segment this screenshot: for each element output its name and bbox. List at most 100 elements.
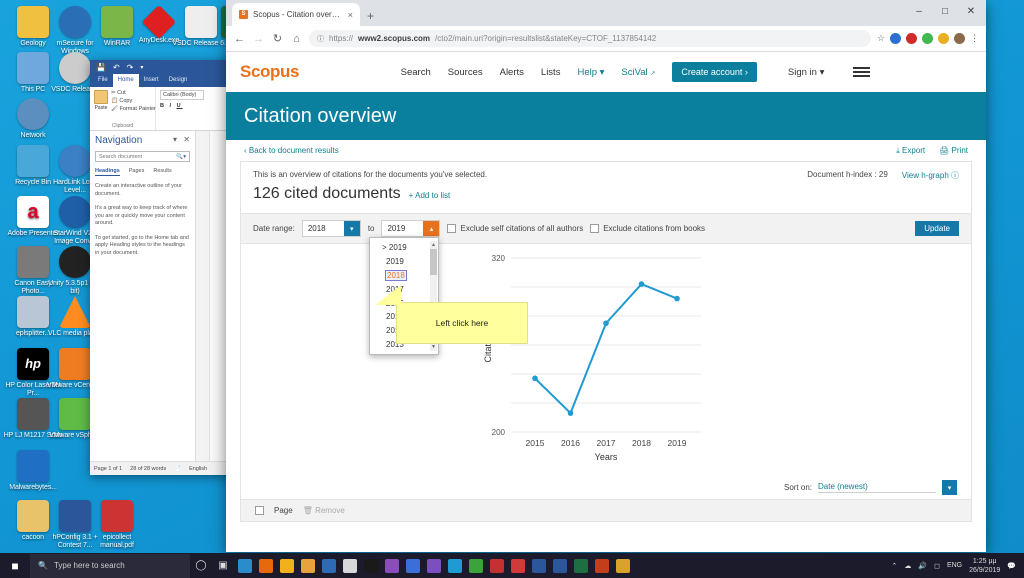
photos-icon[interactable] bbox=[297, 553, 318, 578]
dropdown-option-2018[interactable]: 2018 bbox=[370, 269, 438, 283]
chart-data-point[interactable] bbox=[638, 281, 645, 287]
chart-data-point[interactable] bbox=[567, 410, 574, 416]
maximize-button[interactable]: □ bbox=[932, 2, 958, 22]
card-metrics[interactable]: Document h-index : 29 View h-graph ⓘ bbox=[807, 170, 959, 181]
paste-button[interactable]: Paste bbox=[94, 90, 108, 114]
font-name-field[interactable]: Calibri (Body) bbox=[160, 90, 204, 100]
chart-data-point[interactable] bbox=[674, 295, 680, 302]
save-icon[interactable]: 💾 bbox=[96, 63, 106, 72]
checkbox-icon[interactable] bbox=[590, 224, 600, 233]
word-count[interactable]: 28 of 28 words bbox=[130, 466, 166, 472]
nav-sources[interactable]: Sources bbox=[448, 67, 483, 78]
scroll-down-icon[interactable]: ▼ bbox=[430, 343, 437, 351]
copy-button[interactable]: 📋 Copy bbox=[111, 98, 156, 104]
windows-taskbar[interactable]: ■ 🔍 Type here to search ◯ ▣ ⌃ ☁ 🔊 ◻ ENG … bbox=[0, 553, 1024, 578]
window-controls[interactable]: – □ ✕ bbox=[906, 2, 984, 22]
proofing-icon[interactable]: 📄 bbox=[174, 466, 181, 472]
taskbar-app-list[interactable] bbox=[234, 553, 633, 578]
close-tab-icon[interactable]: × bbox=[348, 10, 353, 20]
scopus-logo[interactable]: Scopus bbox=[240, 62, 299, 82]
chrome-browser-window[interactable]: S Scopus - Citation overview × + – □ ✕ ←… bbox=[226, 0, 986, 552]
windows-start-button[interactable]: ■ bbox=[0, 559, 30, 573]
scopus-main-nav[interactable]: Search Sources Alerts Lists Help ▾ SciVa… bbox=[299, 62, 972, 82]
page-indicator[interactable]: Page 1 of 1 bbox=[94, 466, 122, 472]
kebab-menu-icon[interactable]: ⋮ bbox=[970, 33, 979, 44]
date-to-select[interactable]: 2019 ▴ bbox=[381, 220, 441, 237]
store-icon[interactable] bbox=[339, 553, 360, 578]
cut-button[interactable]: ✂ Cut bbox=[111, 90, 156, 96]
footer-actions[interactable]: Page 🗑 Remove bbox=[241, 499, 971, 521]
notes-icon[interactable] bbox=[507, 553, 528, 578]
chart-series-line[interactable] bbox=[534, 282, 678, 415]
select-page-checkbox[interactable] bbox=[255, 506, 264, 515]
acrobat-icon[interactable] bbox=[486, 553, 507, 578]
citations-chart[interactable]: 200 320 2015 2016 2017 2018 2019 Years Citations… bbox=[241, 244, 971, 474]
page-actions[interactable]: ⤓ Export 🖨 Print bbox=[896, 146, 968, 156]
back-to-results-link[interactable]: ‹ Back to document results bbox=[244, 146, 339, 155]
extension-icon-4[interactable] bbox=[938, 33, 949, 44]
home-button[interactable]: ⌂ bbox=[290, 33, 303, 45]
tab-home[interactable]: Home bbox=[112, 74, 139, 87]
notification-icon[interactable]: 💬 bbox=[1007, 562, 1016, 570]
word-ribbon[interactable]: Paste ✂ Cut 📋 Copy 🖌 Format Painter Clip… bbox=[90, 87, 238, 131]
sublime-icon[interactable] bbox=[612, 553, 633, 578]
system-tray[interactable]: ⌃ ☁ 🔊 ◻ ENG 1:25 μμ 26/9/2019 💬 bbox=[892, 557, 1024, 575]
filezilla-icon[interactable] bbox=[381, 553, 402, 578]
view-h-graph-link[interactable]: View h-graph ⓘ bbox=[902, 170, 959, 181]
address-bar[interactable]: ⓘ https:// www2.scopus.com/cto2/main.uri?… bbox=[309, 30, 871, 47]
chevron-down-icon[interactable]: ▾ bbox=[343, 221, 360, 236]
nav-tab-pages[interactable]: Pages bbox=[129, 168, 145, 176]
powerpoint-icon[interactable] bbox=[591, 553, 612, 578]
nav-help[interactable]: Help ▾ bbox=[577, 67, 604, 78]
gsview-icon[interactable] bbox=[465, 553, 486, 578]
language-indicator[interactable]: ENG bbox=[947, 562, 962, 569]
firefox-icon[interactable] bbox=[255, 553, 276, 578]
extension-icon-1[interactable] bbox=[890, 33, 901, 44]
language-indicator[interactable]: English bbox=[189, 466, 207, 472]
skype-icon[interactable] bbox=[444, 553, 465, 578]
update-button[interactable]: Update bbox=[915, 221, 959, 236]
more-icon[interactable]: ▾ bbox=[140, 64, 143, 71]
info-circle-icon[interactable]: ⓘ bbox=[317, 34, 324, 44]
close-window-button[interactable]: ✕ bbox=[958, 2, 984, 22]
nav-tab-headings[interactable]: Headings bbox=[95, 168, 120, 176]
edge-icon[interactable] bbox=[234, 553, 255, 578]
extension-icon-3[interactable] bbox=[922, 33, 933, 44]
navigation-pane[interactable]: Navigation ▾ ✕ Search document 🔍▾ Headin… bbox=[90, 131, 196, 461]
word-window[interactable]: 💾 ↶ ↷ ▾ File Home Insert Design Paste ✂ … bbox=[90, 60, 238, 475]
search-icon[interactable]: 🔍▾ bbox=[176, 154, 186, 160]
avatar-icon[interactable] bbox=[954, 33, 965, 44]
citations-line-chart-svg[interactable]: 2003202015 2016 2017 2018 2019YearsCitations bbox=[241, 244, 971, 474]
format-painter-button[interactable]: 🖌 Format Painter bbox=[111, 106, 156, 112]
extension-icon-2[interactable] bbox=[906, 33, 917, 44]
scroll-up-icon[interactable]: ▲ bbox=[430, 241, 437, 249]
tray-chevron-icon[interactable]: ⌃ bbox=[892, 562, 898, 570]
checkbox-icon[interactable] bbox=[447, 224, 457, 233]
back-button[interactable]: ← bbox=[233, 33, 246, 45]
taskbar-clock[interactable]: 1:25 μμ 26/9/2019 bbox=[969, 557, 1000, 575]
word-ribbon-tabs[interactable]: File Home Insert Design bbox=[90, 74, 238, 87]
desktop-icon[interactable]: epicollect manual.pdf bbox=[86, 500, 148, 550]
search-document-input[interactable]: Search document 🔍▾ bbox=[95, 151, 190, 162]
desktop-icon[interactable]: Network bbox=[2, 98, 64, 140]
calculator-icon[interactable] bbox=[318, 553, 339, 578]
undo-icon[interactable]: ↶ bbox=[113, 63, 120, 72]
reload-button[interactable]: ↻ bbox=[271, 32, 284, 45]
chart-data-point[interactable] bbox=[603, 320, 609, 327]
viber-icon[interactable] bbox=[423, 553, 444, 578]
nav-lists[interactable]: Lists bbox=[541, 67, 561, 78]
hamburger-menu-icon[interactable] bbox=[853, 67, 871, 77]
new-tab-button[interactable]: + bbox=[367, 10, 374, 22]
outlook-icon[interactable] bbox=[528, 553, 549, 578]
sort-row[interactable]: Sort on: Date (newest) ▾ bbox=[241, 474, 971, 499]
word-icon[interactable] bbox=[549, 553, 570, 578]
redo-icon[interactable]: ↷ bbox=[127, 63, 134, 72]
speaker-icon[interactable]: 🔊 bbox=[918, 562, 927, 570]
mail-icon[interactable] bbox=[360, 553, 381, 578]
navigation-tabs[interactable]: Headings Pages Results bbox=[95, 168, 190, 176]
taskbar-search-input[interactable]: 🔍 Type here to search bbox=[30, 553, 190, 578]
downloader-icon[interactable] bbox=[402, 553, 423, 578]
cortana-icon[interactable]: ◯ bbox=[190, 560, 212, 571]
dropdown-option-gt-2019[interactable]: > 2019 bbox=[370, 241, 438, 255]
add-to-list-button[interactable]: + Add to list bbox=[409, 191, 451, 200]
